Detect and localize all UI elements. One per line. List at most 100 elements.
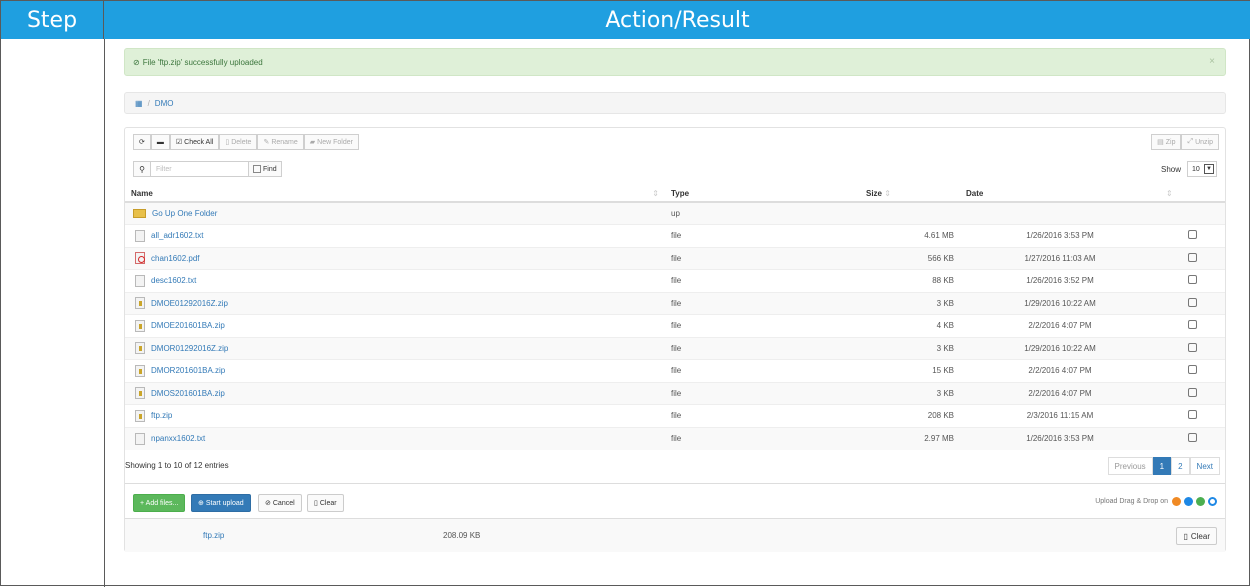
cell-size: 15 KB [860,359,960,382]
file-link[interactable]: Go Up One Folder [131,209,659,218]
file-actions-icon[interactable] [1188,230,1197,240]
table-row[interactable]: DMOS201601BA.zip file 3 KB 2/2/2016 4:07 PM [125,381,1225,405]
unzip-button[interactable]: ⤢ Unzip [1181,134,1219,150]
file-actions-icon[interactable] [1188,387,1197,397]
cell-date: 1/29/2016 10:22 AM [960,291,1160,315]
trash-icon: ▯ [225,139,230,146]
file-link[interactable]: chan1602.pdf [131,252,659,265]
table-row[interactable]: npanxx1602.txt file 2.97 MB 1/26/2016 3:53 … [125,426,1225,450]
close-icon[interactable]: × [1209,56,1215,67]
cell-type: file [665,404,860,427]
file-link[interactable]: DMOR201601BA.zip [131,364,659,377]
pagination-previous[interactable]: Previous [1107,457,1153,475]
file-link[interactable]: all_adr1602.txt [131,229,659,242]
find-button[interactable]: Find [249,161,282,177]
upload-row-clear-button[interactable]: ▯ Clear [1176,527,1217,545]
file-actions-icon[interactable] [1188,252,1197,262]
table-row[interactable]: chan1602.pdf file 566 KB 1/27/2016 11:03 AM [125,246,1225,270]
cell-date: 1/27/2016 11:03 AM [960,246,1160,270]
cell-type: file [665,381,860,405]
column-header-type[interactable]: Type [665,185,860,203]
file-link[interactable]: DMOR01292016Z.zip [131,342,659,355]
refresh-button[interactable]: ⟳ [133,134,151,150]
file-link[interactable]: DMOS201601BA.zip [131,387,659,400]
table-row[interactable]: DMOR201601BA.zip file 15 KB 2/2/2016 4:07 P… [125,359,1225,382]
image-icon: ▬ [156,138,164,146]
check-all-button[interactable]: ☑ Check All [169,134,220,150]
edit-icon: ✎ [263,139,270,146]
add-files-button[interactable]: + Add files... [133,494,186,512]
pagination-page-1[interactable]: 1 [1152,457,1172,475]
filter-input[interactable]: Filter [151,161,249,177]
table-row[interactable]: ftp.zip file 208 KB 2/3/2016 11:15 AM [125,404,1225,427]
clear-label: Clear [319,499,337,507]
zip-file-icon [135,319,145,332]
cell-name: Go Up One Folder [125,201,665,225]
cell-size: 208 KB [860,404,960,427]
safari-icon [1208,497,1217,506]
rename-button[interactable]: ✎ Rename [257,134,304,150]
file-link[interactable]: npanxx1602.txt [131,432,659,445]
table-row[interactable]: all_adr1602.txt file 4.61 MB 1/26/2016 3:53… [125,224,1225,247]
cell-actions [1160,314,1225,337]
clear-upload-button[interactable]: ▯ Clear [307,494,344,512]
upload-file-name[interactable]: ftp.zip [203,531,224,540]
cell-size [860,201,960,225]
cell-name: ftp.zip [125,404,665,427]
check-circle-icon: ⊘ [133,57,140,67]
breadcrumb-current[interactable]: DMO [155,99,174,108]
file-name: desc1602.txt [151,276,197,286]
cell-date: 2/2/2016 4:07 PM [960,314,1160,337]
table-row[interactable]: DMOE201601BA.zip file 4 KB 2/2/2016 4:07 PM [125,314,1225,337]
table-row[interactable]: DMOR01292016Z.zip file 3 KB 1/29/2016 10:22… [125,336,1225,360]
cell-actions [1160,224,1225,247]
page-size-select[interactable]: 10 ▼ [1187,161,1217,177]
text-file-icon [135,274,145,287]
column-header-date[interactable]: Date [960,185,1160,203]
table-row[interactable]: desc1602.txt file 88 KB 1/26/2016 3:52 PM [125,269,1225,292]
new-folder-button[interactable]: ▰ New Folder [303,134,359,150]
delete-button[interactable]: ▯ Delete [219,134,258,150]
column-header-size[interactable]: Size ⇕ [860,185,960,203]
start-upload-label: Start upload [205,499,244,507]
file-actions-icon[interactable] [1188,342,1197,352]
column-header-name[interactable]: Name ⇕ [125,185,665,203]
home-icon[interactable]: ▦ [135,99,143,108]
zip-button[interactable]: ▤ Zip [1151,134,1182,150]
file-link[interactable]: ftp.zip [131,409,659,422]
cell-name: DMOE01292016Z.zip [125,291,665,315]
file-name: npanxx1602.txt [151,434,206,443]
cancel-upload-button[interactable]: ⊘ Cancel [258,494,302,512]
table-row[interactable]: DMOE01292016Z.zip file 3 KB 1/29/2016 10:22… [125,291,1225,315]
file-actions-icon[interactable] [1188,320,1197,330]
start-upload-button[interactable]: ⊕ Start upload [191,494,251,512]
upload-toolbar: + Add files... ⊕ Start upload ⊘ Cancel ▯ Cl… [125,483,1225,518]
check-all-label: Check All [184,138,214,146]
file-actions-icon[interactable] [1188,275,1197,285]
cell-size: 2.97 MB [860,426,960,450]
file-actions-icon[interactable] [1188,365,1197,375]
cell-size: 3 KB [860,291,960,315]
pagination-page-2[interactable]: 2 [1171,457,1190,475]
file-link[interactable]: desc1602.txt [131,274,659,287]
file-actions-icon[interactable] [1188,297,1197,307]
cell-actions [1160,381,1225,405]
cell-actions [1160,246,1225,270]
file-link[interactable]: DMOE201601BA.zip [131,319,659,332]
image-button[interactable]: ▬ [150,134,170,150]
cell-name: all_adr1602.txt [125,224,665,247]
file-actions-icon[interactable] [1188,433,1197,442]
cell-date: 2/2/2016 4:07 PM [960,359,1160,382]
file-name: all_adr1602.txt [151,231,204,241]
pagination: Previous 1 2 Next [1107,457,1220,475]
cell-size: 3 KB [860,336,960,360]
file-link[interactable]: DMOE01292016Z.zip [131,297,659,310]
file-name: DMOR01292016Z.zip [151,343,229,353]
table-row[interactable]: Go Up One Folder up [125,201,1225,225]
date-header-label: Date [966,188,984,198]
cell-actions [1160,426,1225,450]
find-checkbox[interactable] [253,165,261,173]
pagination-next[interactable]: Next [1189,457,1220,475]
file-actions-icon[interactable] [1188,410,1197,420]
row-clear-label: Clear [1190,531,1210,541]
